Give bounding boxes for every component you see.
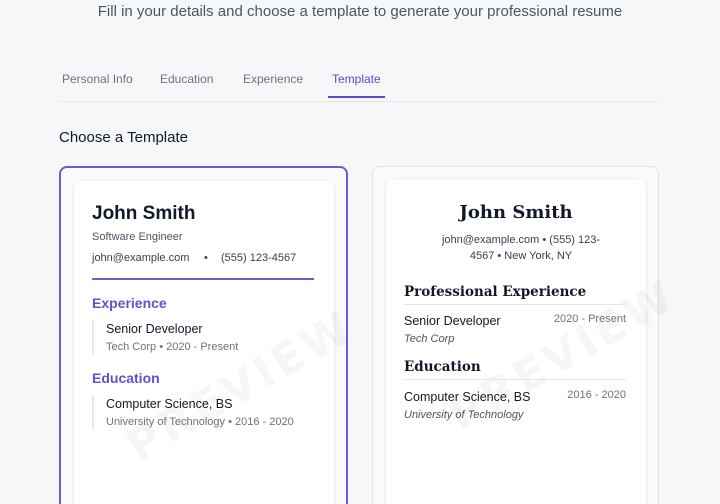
resume-role: Software Engineer bbox=[92, 231, 183, 243]
degree: Computer Science, BS bbox=[106, 397, 233, 411]
job-dates: 2020 - Present bbox=[553, 313, 626, 325]
template-preview-modern: PREVIEW John Smith Software Engineer joh… bbox=[74, 181, 334, 504]
job-title: Senior Developer bbox=[106, 322, 203, 336]
school-name: University of Technology bbox=[404, 409, 524, 421]
contact-separator: • bbox=[204, 252, 208, 264]
tab-template[interactable]: Template bbox=[328, 72, 385, 98]
resume-name: John Smith bbox=[459, 202, 573, 223]
resume-contact: john@example.com • (555) 123- 4567 • New… bbox=[426, 232, 616, 264]
tab-personal-info[interactable]: Personal Info bbox=[62, 72, 133, 98]
resume-phone: (555) 123-4567 bbox=[221, 252, 297, 264]
experience-heading: Experience bbox=[92, 295, 167, 311]
tab-experience[interactable]: Experience bbox=[243, 72, 303, 98]
resume-name: John Smith bbox=[92, 203, 196, 224]
contact-line: john@example.com • (555) 123- bbox=[441, 234, 601, 246]
template-preview-classic: PREVIEW John Smith john@example.com • (5… bbox=[386, 180, 646, 504]
experience-entry: Senior Developer Tech Corp • 2020 - Pres… bbox=[92, 321, 238, 355]
education-entry: Computer Science, BS University of Techn… bbox=[92, 396, 294, 430]
experience-entry: Senior Developer Tech Corp 2020 - Presen… bbox=[404, 313, 626, 347]
experience-heading: Professional Experience bbox=[404, 284, 626, 305]
tab-education[interactable]: Education bbox=[160, 72, 213, 98]
education-entry: Computer Science, BS University of Techn… bbox=[404, 389, 626, 423]
contact-line: 4567 • New York, NY bbox=[469, 250, 573, 262]
header-divider bbox=[92, 278, 314, 280]
page-subtitle: Fill in your details and choose a templa… bbox=[97, 3, 623, 20]
school-dates: 2016 - 2020 bbox=[567, 389, 626, 401]
education-heading: Education bbox=[404, 359, 626, 380]
tab-bar: Personal Info Education Experience Templ… bbox=[59, 62, 659, 102]
resume-email: john@example.com bbox=[92, 252, 190, 264]
template-card-classic[interactable]: PREVIEW John Smith john@example.com • (5… bbox=[372, 166, 659, 504]
section-title: Choose a Template bbox=[59, 129, 188, 146]
school-meta: University of Technology • 2016 - 2020 bbox=[106, 416, 294, 428]
job-company: Tech Corp bbox=[404, 333, 455, 345]
job-meta: Tech Corp • 2020 - Present bbox=[106, 341, 239, 353]
education-heading: Education bbox=[92, 370, 160, 386]
template-card-modern[interactable]: PREVIEW John Smith Software Engineer joh… bbox=[59, 166, 348, 504]
